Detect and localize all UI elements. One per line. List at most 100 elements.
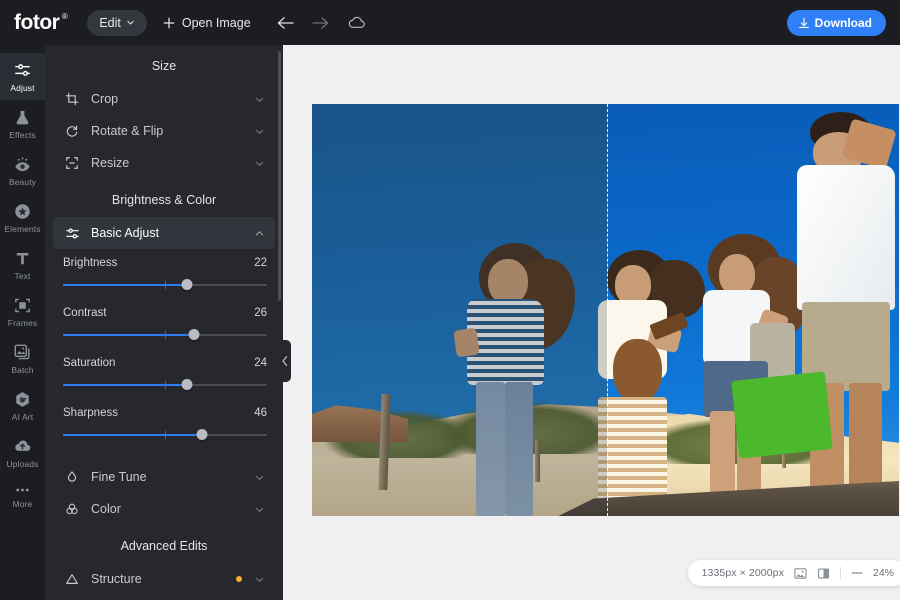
color-mix-icon <box>65 502 85 516</box>
chevron-down-icon[interactable] <box>254 472 265 483</box>
sidebar-item-frames[interactable]: Frames <box>0 288 45 335</box>
edit-menu-button[interactable]: Edit <box>87 9 147 36</box>
status-divider <box>839 567 841 579</box>
slider-knob[interactable] <box>181 379 193 390</box>
panel-row-crop[interactable]: Crop <box>53 83 275 115</box>
slider-track[interactable] <box>63 279 267 291</box>
sidebar-item-batch[interactable]: Batch <box>0 335 45 382</box>
photo-green-board <box>730 371 833 459</box>
chevron-down-icon[interactable] <box>254 94 265 105</box>
chevron-up-icon[interactable] <box>254 228 265 239</box>
section-title-brightness-color: Brightness & Color <box>111 193 217 207</box>
slider-value: 26 <box>254 307 267 319</box>
sidebar-item-beauty[interactable]: Beauty <box>0 147 45 194</box>
rotate-icon <box>65 124 85 138</box>
arrow-right-icon <box>311 16 329 30</box>
slider-label: Saturation <box>63 357 116 369</box>
sidebar-item-label: AI Art <box>11 412 34 422</box>
top-toolbar: fotor ® Edit Open Image Download <box>0 0 900 45</box>
sidebar-item-text[interactable]: Text <box>0 241 45 288</box>
chevron-down-icon[interactable] <box>254 158 265 169</box>
panel-row-label: Crop <box>91 92 119 106</box>
canvas-area[interactable]: 1335px × 2000px 24% <box>283 45 900 600</box>
sidebar-item-elements[interactable]: Elements <box>0 194 45 241</box>
slider-track-fill <box>63 334 194 336</box>
section-title-advanced-edits: Advanced Edits <box>120 539 208 553</box>
slider-brightness: Brightness 22 <box>63 257 267 291</box>
panel-row-rotate-flip[interactable]: Rotate & Flip <box>53 115 275 147</box>
sidebar-item-label: Frames <box>7 318 38 328</box>
cloud-save-button[interactable] <box>347 16 366 30</box>
sidebar-item-adjust[interactable]: Adjust <box>0 53 45 100</box>
download-label: Download <box>814 16 872 30</box>
panel-row-basic-adjust[interactable]: Basic Adjust <box>53 217 275 249</box>
slider-track[interactable] <box>63 379 267 391</box>
slider-value: 24 <box>254 357 267 369</box>
slider-center-tick <box>165 431 166 439</box>
section-title-size: Size <box>151 59 177 73</box>
panel-row-label: Structure <box>91 572 142 586</box>
tool-rail: Adjust Effects Beauty Elements Text Fram… <box>0 45 45 600</box>
sidebar-item-label: More <box>12 499 33 509</box>
panel-row-denoise[interactable]: Denoise <box>53 595 275 600</box>
slider-center-tick <box>165 381 166 389</box>
slider-knob[interactable] <box>188 329 200 340</box>
split-compare-icon[interactable] <box>817 567 830 580</box>
cloud-icon <box>347 16 366 30</box>
before-after-divider[interactable] <box>607 104 609 516</box>
chevron-down-icon[interactable] <box>254 504 265 515</box>
basic-adjust-sliders: Brightness 22 Contrast 26 Saturation 24 … <box>45 249 283 461</box>
slider-knob[interactable] <box>196 429 208 440</box>
panel-scrollbar-thumb[interactable] <box>278 51 281 301</box>
sidebar-item-more[interactable]: More <box>0 476 45 516</box>
sidebar-item-ai-art[interactable]: AI Art <box>0 382 45 429</box>
download-button[interactable]: Download <box>786 10 886 36</box>
open-image-button[interactable]: Open Image <box>163 16 251 30</box>
star-badge-icon <box>13 202 32 221</box>
chevron-down-icon[interactable] <box>254 574 265 585</box>
frame-icon <box>13 296 32 315</box>
slider-track[interactable] <box>63 329 267 341</box>
panel-row-structure[interactable]: Structure <box>53 563 275 595</box>
logo-text: fotor <box>14 11 60 34</box>
images-icon <box>13 343 32 362</box>
slider-value: 46 <box>254 407 267 419</box>
sidebar-item-label: Elements <box>4 224 41 234</box>
sidebar-item-effects[interactable]: Effects <box>0 100 45 147</box>
upload-cloud-icon <box>13 437 32 456</box>
image-icon[interactable] <box>794 567 807 580</box>
fotor-logo[interactable]: fotor ® <box>14 11 68 34</box>
pro-badge-dot <box>236 576 242 582</box>
ellipsis-icon <box>13 484 32 496</box>
minus-icon[interactable] <box>851 571 863 575</box>
slider-value: 22 <box>254 257 267 269</box>
droplet-icon <box>65 470 85 484</box>
canvas-status-bar: 1335px × 2000px 24% <box>687 560 900 586</box>
fotor-editor-window: fotor ® Edit Open Image Download Adjust … <box>0 0 900 600</box>
resize-icon <box>65 156 85 170</box>
panel-collapse-handle[interactable] <box>278 340 291 382</box>
redo-forward-button[interactable] <box>311 16 329 30</box>
sidebar-item-label: Text <box>14 271 31 281</box>
sidebar-item-label: Uploads <box>6 459 39 469</box>
slider-label: Contrast <box>63 307 107 319</box>
panel-row-fine-tune[interactable]: Fine Tune <box>53 461 275 493</box>
slider-track[interactable] <box>63 429 267 441</box>
sidebar-item-uploads[interactable]: Uploads <box>0 429 45 476</box>
slider-label: Brightness <box>63 257 118 269</box>
adjust-panel: Size Crop Rotate & Flip Resize Brightnes… <box>45 45 283 600</box>
edited-photo[interactable] <box>312 104 899 516</box>
edit-menu-label: Edit <box>99 15 121 30</box>
slider-track-fill <box>63 434 202 436</box>
sidebar-item-label: Effects <box>9 130 36 140</box>
adjust-panel-scroll-area[interactable]: Size Crop Rotate & Flip Resize Brightnes… <box>45 45 283 600</box>
chevron-down-icon[interactable] <box>254 126 265 137</box>
slider-track-fill <box>63 284 188 286</box>
undo-back-button[interactable] <box>277 16 294 30</box>
panel-row-resize[interactable]: Resize <box>53 147 275 179</box>
photo-before-overlay <box>312 104 608 516</box>
panel-row-label: Rotate & Flip <box>91 124 164 138</box>
sidebar-item-label: Batch <box>11 365 34 375</box>
slider-knob[interactable] <box>181 279 193 290</box>
panel-row-color[interactable]: Color <box>53 493 275 525</box>
